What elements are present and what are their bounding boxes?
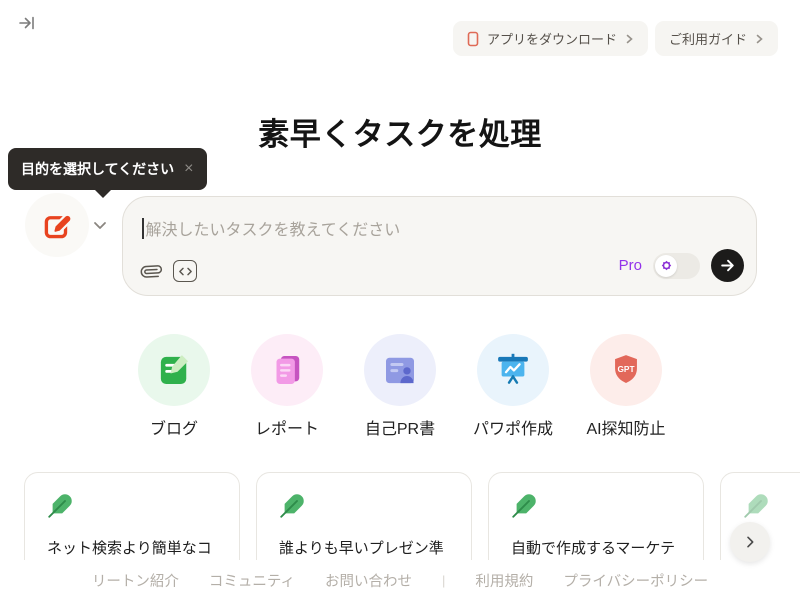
footer-links: リートン紹介 コミュニティ お問い合わせ | 利用規約 プライバシーポリシー: [0, 570, 800, 591]
category-label: レポート: [255, 415, 319, 439]
category-label: ブログ: [150, 415, 198, 439]
quill-icon: [511, 492, 538, 519]
report-document-icon: [251, 334, 323, 406]
template-cards-carousel: ネット検索より簡単なコ 誰よりも早いプレゼン準 自動で作成するマーケテ: [24, 472, 800, 560]
quill-icon: [279, 492, 306, 519]
footer-link-contact[interactable]: お問い合わせ: [325, 570, 412, 591]
pro-toggle[interactable]: [653, 253, 700, 279]
category-item-blog[interactable]: ブログ: [134, 334, 214, 439]
template-card-presentation[interactable]: 誰よりも早いプレゼン準: [256, 472, 472, 560]
footer-divider: |: [442, 573, 445, 588]
compose-button[interactable]: [25, 193, 89, 257]
category-item-ai-detection[interactable]: GPT AI探知防止: [586, 334, 666, 439]
chevron-right-icon: [755, 34, 764, 44]
template-card-title: 誰よりも早いプレゼン準: [279, 537, 449, 558]
chevron-right-icon: [742, 534, 758, 550]
footer-link-community[interactable]: コミュニティ: [209, 570, 295, 591]
svg-text:GPT: GPT: [617, 364, 634, 374]
close-icon[interactable]: ×: [184, 161, 193, 177]
task-input[interactable]: 解決したいタスクを教えてください: [142, 216, 400, 240]
chevron-down-icon[interactable]: [93, 217, 107, 235]
category-label: パワポ作成: [473, 415, 553, 439]
guide-label: ご利用ガイド: [669, 29, 747, 48]
category-item-report[interactable]: レポート: [247, 334, 327, 439]
category-label: 自己PR書: [365, 415, 435, 439]
sidebar-expand-button[interactable]: [14, 10, 40, 36]
blog-document-icon: [138, 334, 210, 406]
edit-pencil-icon: [42, 210, 73, 241]
presentation-board-icon: [477, 334, 549, 406]
category-item-self-pr[interactable]: 自己PR書: [360, 334, 440, 439]
send-arrow-icon: [719, 257, 736, 274]
pro-toggle-knob: [655, 255, 677, 277]
footer-link-about[interactable]: リートン紹介: [92, 570, 179, 591]
category-label: AI探知防止: [586, 415, 665, 439]
download-app-button[interactable]: アプリをダウンロード: [453, 21, 648, 56]
gpt-shield-icon: GPT: [590, 334, 662, 406]
task-input-box[interactable]: 解決したいタスクを教えてください Pro: [122, 196, 757, 296]
download-app-label: アプリをダウンロード: [487, 29, 617, 48]
quill-icon: [47, 492, 74, 519]
main-page: アプリをダウンロード ご利用ガイド 素早くタスクを処理 目的を選択してください …: [0, 0, 800, 600]
sidebar-expand-icon: [17, 13, 37, 33]
footer-link-privacy[interactable]: プライバシーポリシー: [563, 570, 708, 591]
template-card-title: ネット検索より簡単なコ: [47, 537, 217, 558]
next-cards-button[interactable]: [730, 522, 770, 562]
chevron-right-icon: [625, 34, 634, 44]
task-input-placeholder: 解決したいタスクを教えてください: [146, 216, 401, 240]
template-card-title: 自動で作成するマーケテ: [511, 537, 681, 558]
tooltip-text: 目的を選択してください: [21, 159, 174, 179]
quill-icon: [743, 492, 770, 519]
category-item-powerpoint[interactable]: パワポ作成: [473, 334, 553, 439]
template-card-web-search[interactable]: ネット検索より簡単なコ: [24, 472, 240, 560]
text-caret: [142, 218, 144, 239]
header-actions: アプリをダウンロード ご利用ガイド: [453, 21, 778, 56]
pro-model-icon: [660, 259, 673, 272]
pro-label: Pro: [619, 257, 642, 274]
code-block-icon[interactable]: [173, 260, 197, 282]
select-purpose-tooltip: 目的を選択してください ×: [8, 148, 207, 190]
category-shortcuts: ブログ レポート: [0, 334, 800, 439]
template-card-marketing[interactable]: 自動で作成するマーケテ: [488, 472, 704, 560]
send-button[interactable]: [711, 249, 744, 282]
guide-button[interactable]: ご利用ガイド: [655, 21, 778, 56]
attachment-icon[interactable]: [141, 261, 162, 282]
phone-icon: [467, 31, 479, 47]
self-pr-resume-icon: [364, 334, 436, 406]
footer-link-terms[interactable]: 利用規約: [475, 570, 533, 591]
